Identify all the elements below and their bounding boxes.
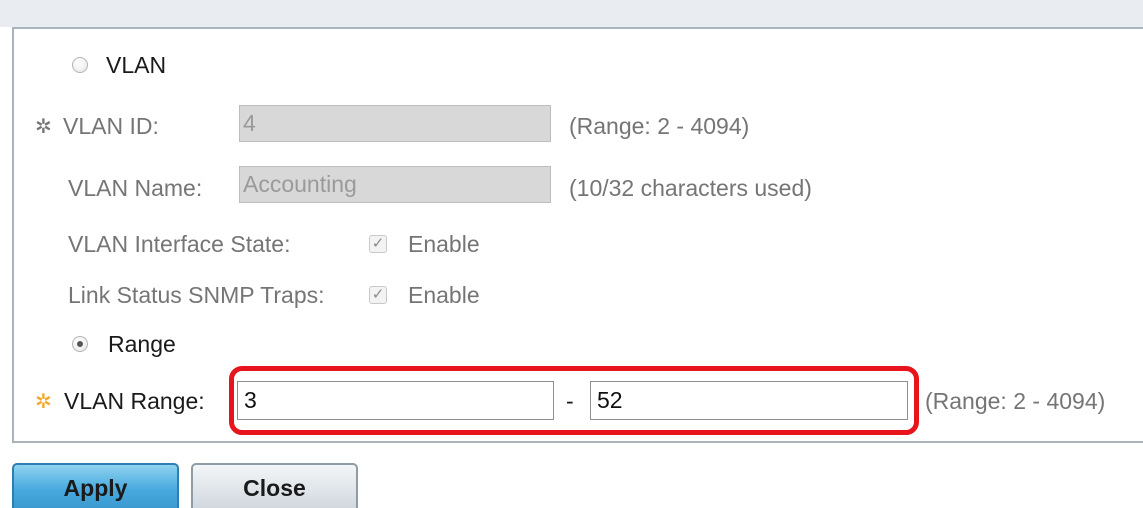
vlan-range-hint: (Range: 2 - 4094): [925, 388, 1106, 414]
interface-state-checkbox[interactable]: ✓: [369, 235, 387, 253]
vlan-name-input[interactable]: Accounting: [239, 166, 551, 203]
vlan-name-counter: (10/32 characters used): [569, 175, 812, 201]
dialog-top-band: [0, 0, 1143, 27]
vlan-radio-label: VLAN: [106, 52, 167, 78]
snmp-traps-label: Link Status SNMP Traps:: [68, 282, 325, 308]
vlan-id-label: VLAN ID:: [63, 113, 159, 139]
vlan-radio[interactable]: [72, 57, 88, 73]
interface-state-label: VLAN Interface State:: [68, 231, 291, 257]
vlan-id-range-hint: (Range: 2 - 4094): [569, 113, 750, 139]
snmp-traps-enable-label: Enable: [408, 282, 480, 308]
gear-icon: ✲: [35, 116, 52, 138]
dialog-stage: VLAN ✲ VLAN ID: 4 (Range: 2 - 4094) VLAN…: [0, 0, 1143, 508]
gear-icon: ✲: [35, 391, 52, 413]
vlan-id-input[interactable]: 4: [239, 105, 551, 142]
vlan-name-label: VLAN Name:: [68, 175, 203, 201]
interface-state-enable-label: Enable: [408, 231, 480, 257]
apply-button[interactable]: Apply: [12, 463, 179, 508]
highlight-box: [229, 366, 919, 435]
range-radio-label: Range: [108, 331, 176, 357]
vlan-range-label: VLAN Range:: [64, 388, 205, 414]
range-radio[interactable]: [72, 336, 88, 352]
close-button[interactable]: Close: [191, 463, 358, 508]
snmp-traps-checkbox[interactable]: ✓: [369, 286, 387, 304]
